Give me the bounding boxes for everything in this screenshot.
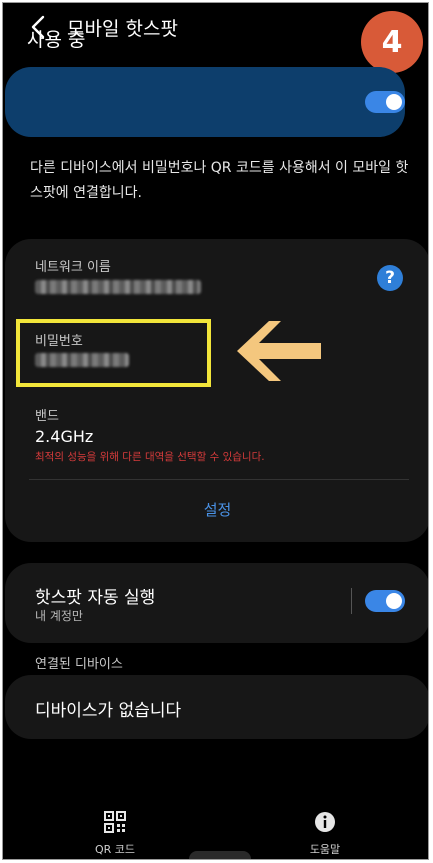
qr-code-button[interactable]: QR 코드: [83, 811, 147, 857]
info-icon: [315, 812, 335, 832]
no-devices-text: 디바이스가 없습니다: [35, 701, 182, 721]
toggle-knob: [386, 593, 402, 609]
band-value: 2.4GHz: [35, 427, 94, 446]
hotspot-status-label: 사용 중: [27, 29, 86, 51]
navigation-handle[interactable]: [189, 851, 251, 859]
band-note: 최적의 성능을 위해 다른 대역을 선택할 수 있습니다.: [35, 451, 265, 463]
step-number-badge: 4: [361, 11, 423, 73]
settings-link[interactable]: 설정: [5, 499, 428, 520]
auto-hotspot-title: 핫스팟 자동 실행: [35, 588, 156, 608]
auto-hotspot-subtitle: 내 계정만: [35, 609, 83, 623]
help-button[interactable]: 도움말: [293, 811, 357, 857]
hotspot-status-card[interactable]: [5, 67, 405, 137]
qr-code-icon: [104, 811, 126, 833]
toggle-knob: [386, 94, 402, 110]
connected-devices-heading: 연결된 디바이스: [35, 657, 123, 672]
help-label: 도움말: [309, 843, 341, 856]
vertical-divider: [351, 588, 352, 614]
hotspot-description: 다른 디바이스에서 비밀번호나 QR 코드를 사용해서 이 모바일 핫스팟에 연…: [30, 160, 409, 201]
arrow-left-icon: [237, 321, 321, 381]
phone-screen: 모바일 핫스팟 4 사용 중 다른 디바이스에서 비밀번호나 QR 코드를 사용…: [2, 2, 429, 860]
help-icon[interactable]: ?: [377, 265, 403, 291]
qr-code-label: QR 코드: [94, 843, 136, 856]
band-label: 밴드: [35, 409, 59, 424]
network-name-value-blurred: [35, 280, 201, 294]
auto-hotspot-toggle[interactable]: [365, 590, 405, 612]
divider: [29, 479, 409, 480]
password-highlight-box: [16, 319, 211, 387]
network-name-label: 네트워크 이름: [35, 260, 111, 275]
hotspot-toggle[interactable]: [365, 91, 405, 113]
